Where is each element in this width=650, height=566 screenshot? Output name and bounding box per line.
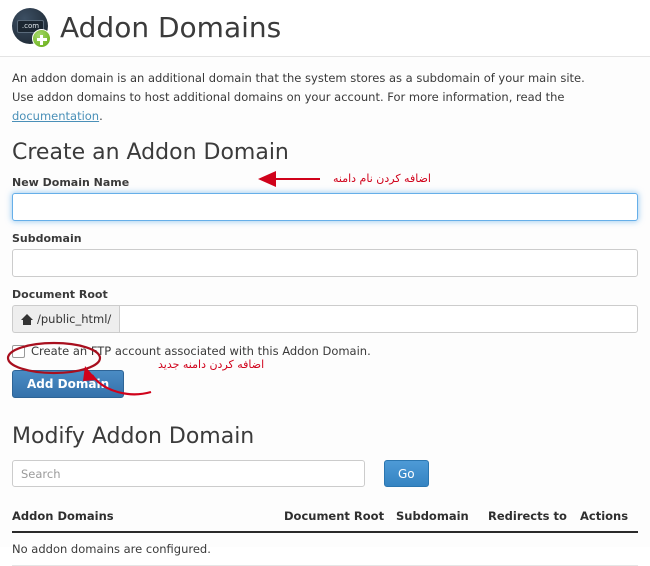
intro-text: An addon domain is an additional domain … [0, 57, 650, 126]
add-domain-button-row: Add Domain [0, 370, 650, 410]
table-body: No addon domains are configured. [12, 532, 638, 566]
column-header-document-root[interactable]: Document Root [284, 505, 396, 533]
empty-message: No addon domains are configured. [12, 532, 638, 566]
intro-line-1: An addon domain is an additional domain … [12, 71, 585, 85]
addon-domains-page: .com Addon Domains An addon domain is an… [0, 0, 650, 566]
table-empty-row: No addon domains are configured. [12, 532, 638, 566]
search-go-button[interactable]: Go [384, 460, 429, 487]
column-header-actions[interactable]: Actions [580, 505, 638, 533]
plus-icon [32, 29, 51, 48]
search-row: Go [0, 460, 650, 487]
document-root-input[interactable] [119, 305, 638, 333]
document-root-input-group: /public_html/ [12, 305, 638, 333]
ftp-checkbox[interactable] [12, 344, 25, 358]
ftp-checkbox-label: Create an FTP account associated with th… [31, 344, 371, 358]
subdomain-field-group: Subdomain [12, 232, 638, 277]
documentation-link[interactable]: documentation [12, 109, 99, 123]
addon-domains-table-wrap: Addon Domains Document Root Subdomain Re… [0, 505, 650, 566]
document-root-prefix: /public_html/ [12, 305, 120, 333]
new-domain-input[interactable] [12, 193, 638, 221]
intro-line-2-before: Use addon domains to host additional dom… [12, 90, 565, 104]
dot-com-add-icon: .com [10, 7, 52, 49]
add-domain-button[interactable]: Add Domain [12, 370, 125, 398]
ftp-checkbox-row[interactable]: Create an FTP account associated with th… [12, 344, 638, 358]
intro-line-2: Use addon domains to host additional dom… [12, 88, 638, 126]
new-domain-field-group: New Domain Name [12, 176, 638, 221]
column-header-subdomain[interactable]: Subdomain [396, 505, 488, 533]
search-input[interactable] [12, 460, 365, 487]
subdomain-input[interactable] [12, 249, 638, 277]
document-root-label: Document Root [12, 288, 108, 301]
modify-section-title: Modify Addon Domain [12, 424, 255, 449]
create-addon-form: New Domain Name Subdomain Document Root … [0, 176, 650, 358]
page-header: .com Addon Domains [0, 0, 650, 57]
document-root-prefix-text: /public_html/ [37, 312, 112, 326]
home-icon [21, 313, 33, 325]
column-header-redirects-to[interactable]: Redirects to [488, 505, 580, 533]
new-domain-label: New Domain Name [12, 176, 130, 189]
intro-line-2-after: . [99, 109, 103, 123]
addon-domains-table: Addon Domains Document Root Subdomain Re… [12, 505, 638, 566]
subdomain-label: Subdomain [12, 232, 82, 245]
create-section-title: Create an Addon Domain [12, 140, 289, 165]
document-root-field-group: Document Root /public_html/ [12, 288, 638, 333]
page-title: Addon Domains [60, 11, 282, 44]
table-header-row: Addon Domains Document Root Subdomain Re… [12, 505, 638, 533]
column-header-addon-domains[interactable]: Addon Domains [12, 505, 284, 533]
table-head: Addon Domains Document Root Subdomain Re… [12, 505, 638, 533]
